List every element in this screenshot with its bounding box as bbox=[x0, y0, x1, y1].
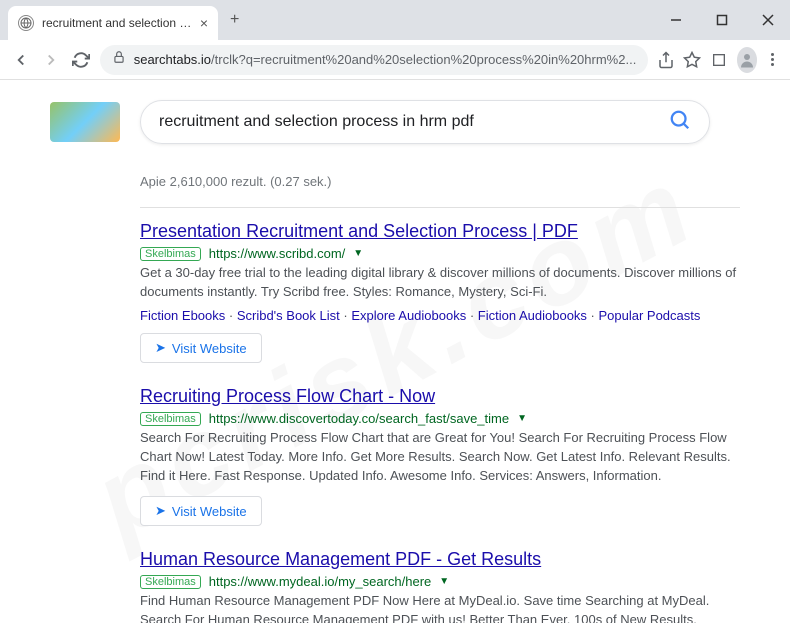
result-url: https://www.discovertoday.co/search_fast… bbox=[209, 411, 509, 426]
visit-website-button[interactable]: ➤Visit Website bbox=[140, 496, 262, 526]
arrow-icon: ➤ bbox=[155, 503, 166, 519]
new-tab-button[interactable]: + bbox=[230, 11, 239, 29]
back-button[interactable] bbox=[10, 46, 32, 74]
ad-badge: Skelbimas bbox=[140, 247, 201, 261]
chevron-down-icon[interactable]: ▼ bbox=[439, 576, 449, 587]
sitelink[interactable]: Fiction Ebooks bbox=[140, 308, 225, 323]
divider bbox=[140, 207, 740, 208]
result-title-link[interactable]: Presentation Recruitment and Selection P… bbox=[140, 221, 578, 241]
search-result: Recruiting Process Flow Chart - Now Skel… bbox=[140, 385, 740, 526]
reload-button[interactable] bbox=[70, 46, 92, 74]
sitelink[interactable]: Scribd's Book List bbox=[237, 308, 340, 323]
ad-badge: Skelbimas bbox=[140, 412, 201, 426]
globe-icon bbox=[18, 15, 34, 31]
sitelink[interactable]: Fiction Audiobooks bbox=[478, 308, 587, 323]
chevron-down-icon[interactable]: ▼ bbox=[353, 248, 363, 259]
close-tab-icon[interactable]: × bbox=[200, 15, 208, 31]
profile-avatar[interactable] bbox=[737, 47, 757, 73]
minimize-button[interactable] bbox=[662, 6, 690, 34]
search-result: Presentation Recruitment and Selection P… bbox=[140, 220, 740, 363]
sitelink[interactable]: Popular Podcasts bbox=[598, 308, 700, 323]
ad-badge: Skelbimas bbox=[140, 575, 201, 589]
result-description: Search For Recruiting Process Flow Chart… bbox=[140, 429, 740, 486]
address-bar[interactable]: searchtabs.io/trclk?q=recruitment%20and%… bbox=[100, 45, 649, 75]
sitelink[interactable]: Explore Audiobooks bbox=[351, 308, 466, 323]
browser-tab[interactable]: recruitment and selection proces × bbox=[8, 6, 218, 40]
search-result: Human Resource Management PDF - Get Resu… bbox=[140, 548, 740, 623]
result-url: https://www.scribd.com/ bbox=[209, 246, 346, 261]
sitelinks: Fiction Ebooks · Scribd's Book List · Ex… bbox=[140, 308, 740, 323]
extensions-icon[interactable] bbox=[710, 48, 729, 72]
result-title-link[interactable]: Recruiting Process Flow Chart - Now bbox=[140, 386, 435, 406]
result-stats: Apie 2,610,000 rezult. (0.27 sek.) bbox=[140, 174, 740, 189]
site-logo[interactable] bbox=[50, 102, 120, 142]
search-icon[interactable] bbox=[669, 109, 691, 136]
result-url: https://www.mydeal.io/my_search/here bbox=[209, 574, 432, 589]
share-icon[interactable] bbox=[656, 48, 675, 72]
search-box[interactable] bbox=[140, 100, 710, 144]
result-title-link[interactable]: Human Resource Management PDF - Get Resu… bbox=[140, 549, 541, 569]
forward-button[interactable] bbox=[40, 46, 62, 74]
result-description: Get a 30-day free trial to the leading d… bbox=[140, 264, 740, 302]
search-input[interactable] bbox=[159, 113, 669, 131]
lock-icon bbox=[112, 50, 126, 69]
menu-button[interactable] bbox=[765, 53, 780, 66]
browser-toolbar: searchtabs.io/trclk?q=recruitment%20and%… bbox=[0, 40, 790, 80]
arrow-icon: ➤ bbox=[155, 340, 166, 356]
result-description: Find Human Resource Management PDF Now H… bbox=[140, 592, 740, 623]
chevron-down-icon[interactable]: ▼ bbox=[517, 413, 527, 424]
page-content: pcrisk.com Apie 2,610,000 rezult. (0.27 … bbox=[0, 80, 790, 623]
window-titlebar: recruitment and selection proces × + bbox=[0, 0, 790, 40]
bookmark-icon[interactable] bbox=[683, 48, 702, 72]
url-display: searchtabs.io/trclk?q=recruitment%20and%… bbox=[134, 52, 637, 67]
maximize-button[interactable] bbox=[708, 6, 736, 34]
tab-title: recruitment and selection proces bbox=[42, 16, 194, 30]
close-window-button[interactable] bbox=[754, 6, 782, 34]
visit-website-button[interactable]: ➤Visit Website bbox=[140, 333, 262, 363]
